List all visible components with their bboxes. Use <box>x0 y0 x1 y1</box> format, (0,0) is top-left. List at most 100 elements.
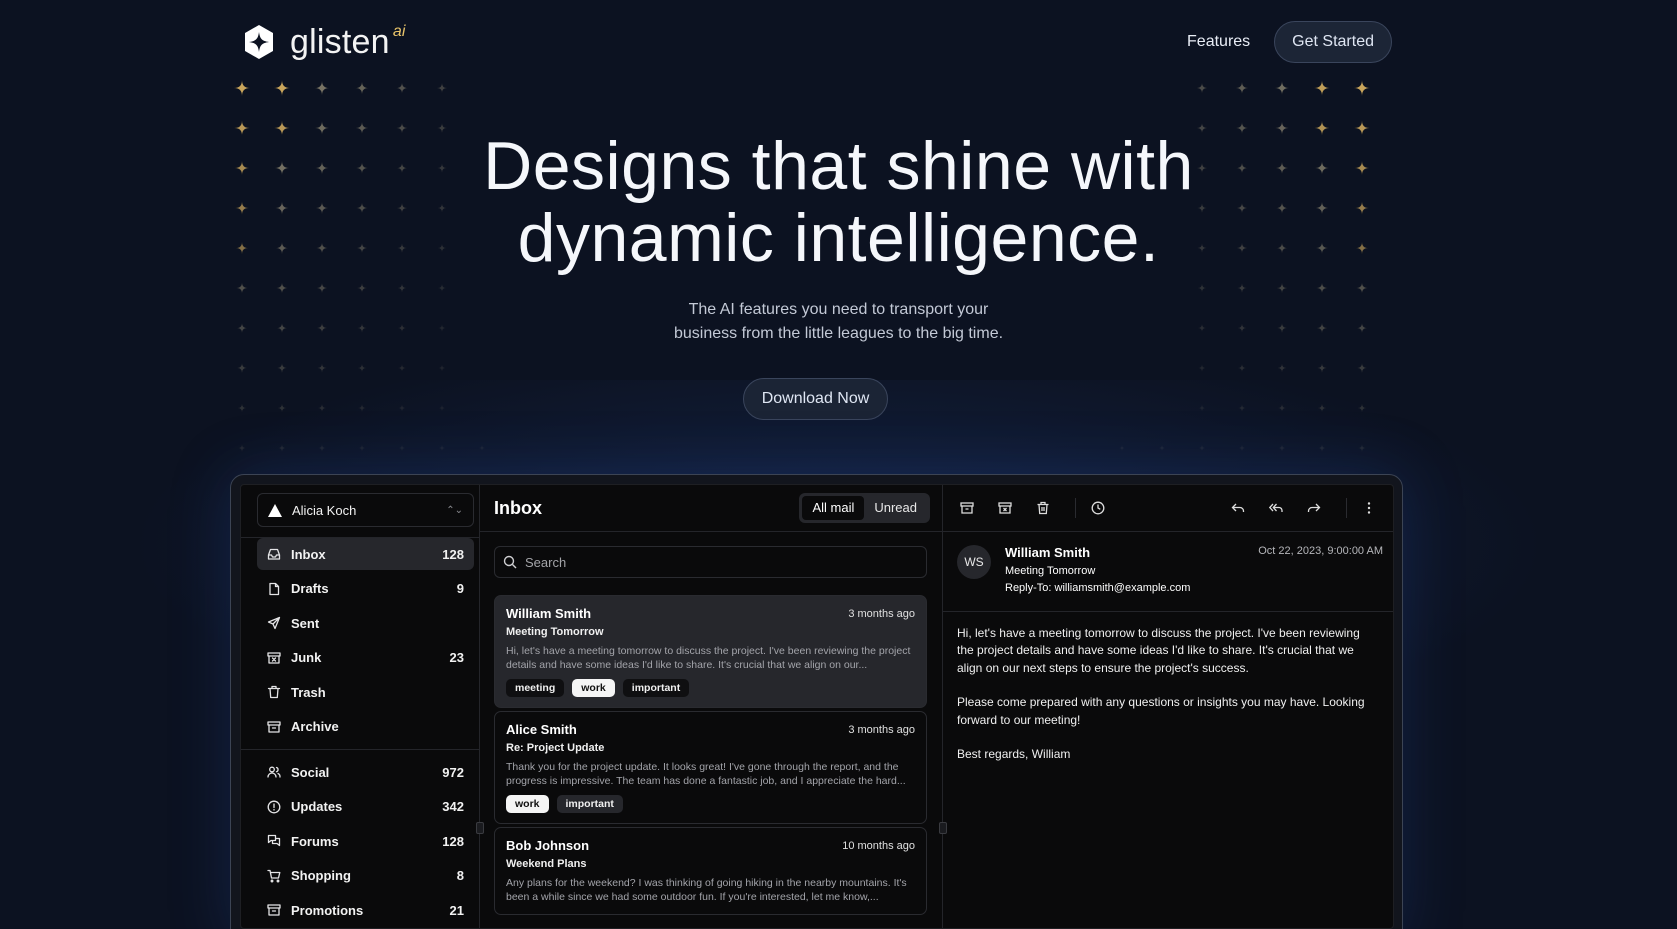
sparkle-icon <box>1318 444 1326 452</box>
sidebar-item-label: Drafts <box>291 581 329 596</box>
sidebar-divider <box>241 749 479 750</box>
sparkle-icon <box>396 82 408 94</box>
sparkle-icon <box>397 363 407 373</box>
sparkle-icon <box>238 444 246 452</box>
category-nav: Social 972 Updates 342 Forums 128 Shopping 8 Pro… <box>257 756 474 928</box>
sidebar-item-label: Junk <box>291 650 322 665</box>
sparkle-icon <box>274 80 290 96</box>
message-sender: Alice Smith <box>506 722 577 737</box>
tab-unread[interactable]: Unread <box>864 496 927 520</box>
sparkle-icon <box>277 363 287 373</box>
snooze-button[interactable] <box>1084 494 1112 522</box>
account-name: Alicia Koch <box>292 502 357 518</box>
message-list-item[interactable]: Alice Smith 3 months ago Re: Project Updat… <box>494 711 927 824</box>
message-time: 10 months ago <box>842 839 915 852</box>
nav-features-link[interactable]: Features <box>1187 33 1250 51</box>
sparkle-icon <box>1354 80 1370 96</box>
sparkle-icon <box>478 444 486 452</box>
sidebar-item-updates[interactable]: Updates 342 <box>257 791 474 823</box>
brand-logo-link[interactable]: glisten ai <box>240 22 405 62</box>
sidebar-item-drafts[interactable]: Drafts 9 <box>257 573 474 605</box>
sparkle-icon <box>357 283 367 293</box>
sparkle-icon <box>1278 444 1286 452</box>
archive-icon <box>267 904 281 916</box>
more-options-button[interactable] <box>1355 494 1383 522</box>
message-subject: Meeting Tomorrow <box>506 626 604 638</box>
sparkle-icon <box>437 283 447 293</box>
reply-all-icon <box>1269 503 1283 512</box>
sidebar-item-trash[interactable]: Trash <box>257 676 474 708</box>
resize-handle[interactable] <box>476 822 484 834</box>
tag-list: meeting work important <box>506 679 915 697</box>
list-header-divider <box>480 531 942 532</box>
sidebar-item-social[interactable]: Social 972 <box>257 756 474 788</box>
mail-app: Alicia Koch ⌃⌄ Inbox 128 Drafts 9 Sent Junk 23… <box>240 484 1394 929</box>
archive-x-icon <box>998 502 1012 514</box>
sparkle-icon <box>1317 363 1327 373</box>
get-started-button[interactable]: Get Started <box>1274 21 1392 63</box>
sparkle-icon <box>1317 403 1327 413</box>
sparkle-icon <box>438 364 446 372</box>
sparkle-icon <box>438 444 446 452</box>
search-input[interactable] <box>525 554 905 570</box>
sparkle-icon <box>236 282 248 294</box>
message-list-item[interactable]: William Smith 3 months ago Meeting Tomorro… <box>494 595 927 708</box>
sparkle-icon <box>1198 444 1206 452</box>
hero-title-line-1: Designs that shine with <box>483 128 1194 204</box>
sidebar-item-sent[interactable]: Sent <box>257 607 474 639</box>
sparkle-icon <box>436 82 448 94</box>
inbox-icon <box>267 548 281 560</box>
sparkle-icon <box>1274 80 1290 96</box>
sidebar-item-inbox[interactable]: Inbox 128 <box>257 538 474 570</box>
forward-icon <box>1307 503 1321 512</box>
sparkle-icon <box>1316 282 1328 294</box>
sparkle-icon <box>317 363 327 373</box>
sparkle-icon <box>277 403 287 413</box>
sidebar-item-shopping[interactable]: Shopping 8 <box>257 860 474 892</box>
move-to-junk-button[interactable] <box>991 494 1019 522</box>
brand-text: glisten <box>290 22 390 61</box>
tag-list: work important <box>506 795 915 813</box>
sparkle-icon <box>1356 282 1368 294</box>
sidebar-item-label: Inbox <box>291 546 326 562</box>
reply-all-button[interactable] <box>1262 494 1290 522</box>
sidebar-item-promotions[interactable]: Promotions 21 <box>257 894 474 926</box>
sparkle-icon <box>1314 80 1330 96</box>
trash-icon <box>267 685 281 699</box>
forward-button[interactable] <box>1300 494 1328 522</box>
sidebar-item-junk[interactable]: Junk 23 <box>257 642 474 674</box>
message-toolbar <box>943 485 1393 531</box>
message-list-item[interactable]: Bob Johnson 10 months ago Weekend Plans Any… <box>494 827 927 915</box>
tab-all-mail[interactable]: All mail <box>802 496 865 520</box>
sidebar-item-count: 128 <box>442 546 464 562</box>
messages-icon <box>267 834 281 847</box>
download-now-button[interactable]: Download Now <box>743 378 888 420</box>
message-paragraph: Please come prepared with any questions … <box>957 695 1365 727</box>
sidebar-item-archive[interactable]: Archive <box>257 711 474 743</box>
brand-name: glisten ai <box>290 22 405 62</box>
resize-handle[interactable] <box>939 822 947 834</box>
sparkle-icon <box>316 282 328 294</box>
tag-badge: meeting <box>506 679 565 697</box>
delete-button[interactable] <box>1029 494 1057 522</box>
sparkle-icon <box>278 444 286 452</box>
message-time: 3 months ago <box>848 723 915 736</box>
account-switcher[interactable]: Alicia Koch ⌃⌄ <box>257 493 474 527</box>
sidebar-item-forums[interactable]: Forums 128 <box>257 825 474 857</box>
sparkle-icon <box>358 404 366 412</box>
sparkle-icon <box>1197 283 1207 293</box>
sidebar-item-label: Updates <box>291 799 343 814</box>
sparkle-icon <box>1357 363 1367 373</box>
sparkle-icon <box>234 80 250 96</box>
sparkle-icon <box>1237 363 1247 373</box>
sparkle-icon <box>1238 404 1246 412</box>
reply-button[interactable] <box>1224 494 1252 522</box>
sparkle-icon <box>1235 81 1249 95</box>
site-header: glisten ai Features Get Started <box>240 20 1392 64</box>
sidebar-item-label: Archive <box>291 719 339 734</box>
message-date: Oct 22, 2023, 9:00:00 AM <box>1258 545 1383 557</box>
archive-button[interactable] <box>953 494 981 522</box>
cart-icon <box>267 869 281 882</box>
sparkle-icon <box>1238 444 1246 452</box>
sparkle-icon <box>1277 403 1287 413</box>
